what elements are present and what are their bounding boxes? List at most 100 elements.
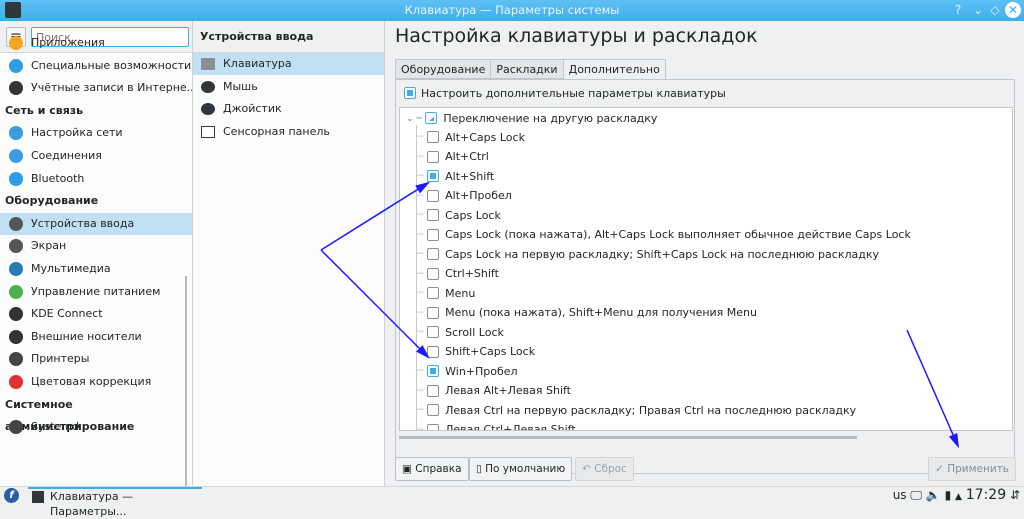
sidebar-item-label: Экран [31, 239, 67, 253]
sidebar-item[interactable]: Мультимедиа [0, 258, 192, 280]
maximize-icon[interactable]: ◇ [987, 2, 1003, 18]
expand-tray-icon[interactable]: ▲ [955, 492, 962, 502]
sidebar-item[interactable]: Соединения [0, 145, 192, 167]
apply-button[interactable]: ✓ Применить [928, 457, 1016, 481]
tab[interactable]: Раскладки [490, 59, 564, 79]
option-row[interactable]: ─ Левая Ctrl на первую раскладку; Правая… [417, 400, 856, 419]
option-row[interactable]: ─ Caps Lock на первую раскладку; Shift+C… [417, 244, 879, 263]
option-row[interactable]: ─ Caps Lock (пока нажата), Alt+Caps Lock… [417, 225, 911, 244]
reset-button[interactable]: ↶ Сброс [575, 457, 634, 481]
multimedia-icon [9, 262, 23, 276]
subcategory-item[interactable]: Сенсорная панель [193, 121, 384, 143]
option-row[interactable]: ─ Ctrl+Shift [417, 264, 499, 283]
options-tree: ⌄ ─ Переключение на другую раскладку ─ A… [399, 107, 1013, 431]
tab[interactable]: Дополнительно [562, 59, 666, 80]
option-label: Левая Ctrl+Левая Shift [445, 423, 576, 431]
network-globe-icon [9, 126, 23, 141]
sidebar-item[interactable]: Systemd [0, 416, 192, 438]
option-row[interactable]: ─ Win+Пробел [417, 361, 518, 380]
horizontal-scrollbar[interactable] [399, 436, 857, 439]
sidebar-item[interactable]: Внешние носители [0, 326, 192, 348]
sidebar-item[interactable]: Управление питанием [0, 281, 192, 303]
sidebar-item-label: Цветовая коррекция [31, 375, 152, 388]
checkbox[interactable] [427, 384, 440, 397]
sidebar-item[interactable]: Bluetooth [0, 168, 192, 190]
subcategory-title: Устройства ввода [193, 21, 384, 53]
title-bar: Клавиатура — Параметры системы ? ⌄ ◇ ✕ [0, 0, 1024, 21]
sidebar: ≡ ПриложенияСпециальные возможностиУчётн… [0, 21, 193, 501]
sidebar-item[interactable]: Специальные возможности [0, 55, 192, 77]
tab[interactable]: Оборудование [395, 59, 492, 79]
undo-icon: ↶ [582, 463, 591, 475]
help-icon[interactable]: ? [950, 2, 966, 18]
checkbox[interactable] [427, 170, 440, 182]
defaults-button[interactable]: ▯ По умолчанию [469, 457, 573, 481]
checkbox[interactable] [427, 131, 440, 143]
close-icon[interactable]: ✕ [1005, 2, 1021, 18]
option-row[interactable]: ─ Shift+Caps Lock [417, 342, 535, 361]
phone-icon [9, 307, 23, 322]
option-row[interactable]: ─ Alt+Пробел [417, 186, 512, 205]
tree-group[interactable]: ⌄ ─ Переключение на другую раскладку [406, 108, 657, 127]
checkbox[interactable] [427, 189, 440, 202]
globe-icon [9, 81, 23, 96]
sidebar-item[interactable]: Экран [0, 235, 192, 257]
sidebar-item-label: Принтеры [31, 352, 90, 366]
sidebar-item[interactable]: Устройства ввода [0, 212, 192, 235]
checkbox[interactable] [404, 87, 416, 99]
sidebar-item[interactable]: Учётные записи в Интерне... [0, 77, 192, 99]
subcategory-item[interactable]: Мышь [193, 76, 384, 98]
subcategory-label: Мышь [223, 79, 258, 93]
configure-options-checkbox[interactable]: Настроить дополнительные параметры клави… [404, 86, 726, 100]
checkbox[interactable] [427, 228, 440, 241]
panel-settings-icon[interactable]: ⇵ [1010, 488, 1020, 502]
option-row[interactable]: ─ Левая Ctrl+Левая Shift [417, 420, 576, 431]
sidebar-item[interactable]: Настройка сети [0, 122, 192, 144]
keyboard-layout-indicator[interactable]: us [893, 488, 907, 502]
minimize-icon[interactable]: ⌄ [970, 2, 986, 18]
fedora-launcher-icon[interactable]: f [4, 488, 19, 503]
checkbox[interactable] [427, 365, 440, 377]
option-row[interactable]: ─ Alt+Ctrl [417, 147, 489, 166]
sidebar-item[interactable]: Приложения [0, 32, 192, 54]
option-row[interactable]: ─ Caps Lock [417, 205, 501, 224]
option-label: Левая Ctrl на первую раскладку; Правая C… [445, 403, 857, 417]
sidebar-item[interactable]: Принтеры [0, 348, 192, 370]
checkbox[interactable] [427, 306, 440, 319]
checkbox[interactable] [425, 112, 438, 124]
checkbox[interactable] [427, 423, 440, 430]
checkbox[interactable] [427, 345, 440, 358]
option-row[interactable]: ─ Alt+Caps Lock [417, 127, 525, 146]
subcategory-item[interactable]: Джойстик [193, 98, 384, 120]
option-row[interactable]: ─ Alt+Shift [417, 166, 494, 185]
option-label: Caps Lock на первую раскладку; Shift+Cap… [445, 247, 879, 261]
subcategory-label: Клавиатура [223, 57, 292, 70]
option-row[interactable]: ─ Menu [417, 283, 475, 302]
chevron-down-icon[interactable]: ⌄ ─ [406, 114, 422, 124]
checkbox[interactable] [427, 326, 440, 338]
sidebar-item[interactable]: Цветовая коррекция [0, 371, 192, 393]
option-label: Alt+Shift [445, 169, 495, 183]
checkbox[interactable] [427, 209, 440, 221]
volume-icon[interactable]: 🔈 [926, 488, 941, 502]
sidebar-item-label: Устройства ввода [31, 216, 135, 230]
help-button[interactable]: ▣ Справка [395, 457, 469, 481]
battery-icon[interactable]: ▮ [945, 488, 952, 502]
subcategory-item[interactable]: Клавиатура [193, 53, 384, 75]
checkbox[interactable] [427, 267, 440, 280]
network-icon[interactable]: 🖵 [910, 488, 922, 502]
checkbox[interactable] [427, 150, 440, 163]
sidebar-item[interactable]: KDE Connect [0, 303, 192, 325]
clock[interactable]: 17:29 [966, 487, 1006, 503]
checkbox[interactable] [427, 248, 440, 260]
option-row[interactable]: ─ Scroll Lock [417, 322, 504, 341]
checkbox[interactable] [427, 404, 440, 416]
option-row[interactable]: ─ Menu (пока нажата), Shift+Menu для пол… [417, 303, 757, 322]
taskbar-task[interactable]: Клавиатура — Параметры... [28, 487, 202, 518]
option-label: Menu (пока нажата), Shift+Menu для получ… [445, 306, 757, 319]
checkbox[interactable] [427, 287, 440, 299]
option-row[interactable]: ─ Левая Alt+Левая Shift [417, 381, 571, 400]
sidebar-item-label: KDE Connect [31, 307, 103, 321]
window-title: Клавиатура — Параметры системы [404, 3, 620, 17]
sidebar-scrollbar[interactable] [185, 276, 187, 501]
